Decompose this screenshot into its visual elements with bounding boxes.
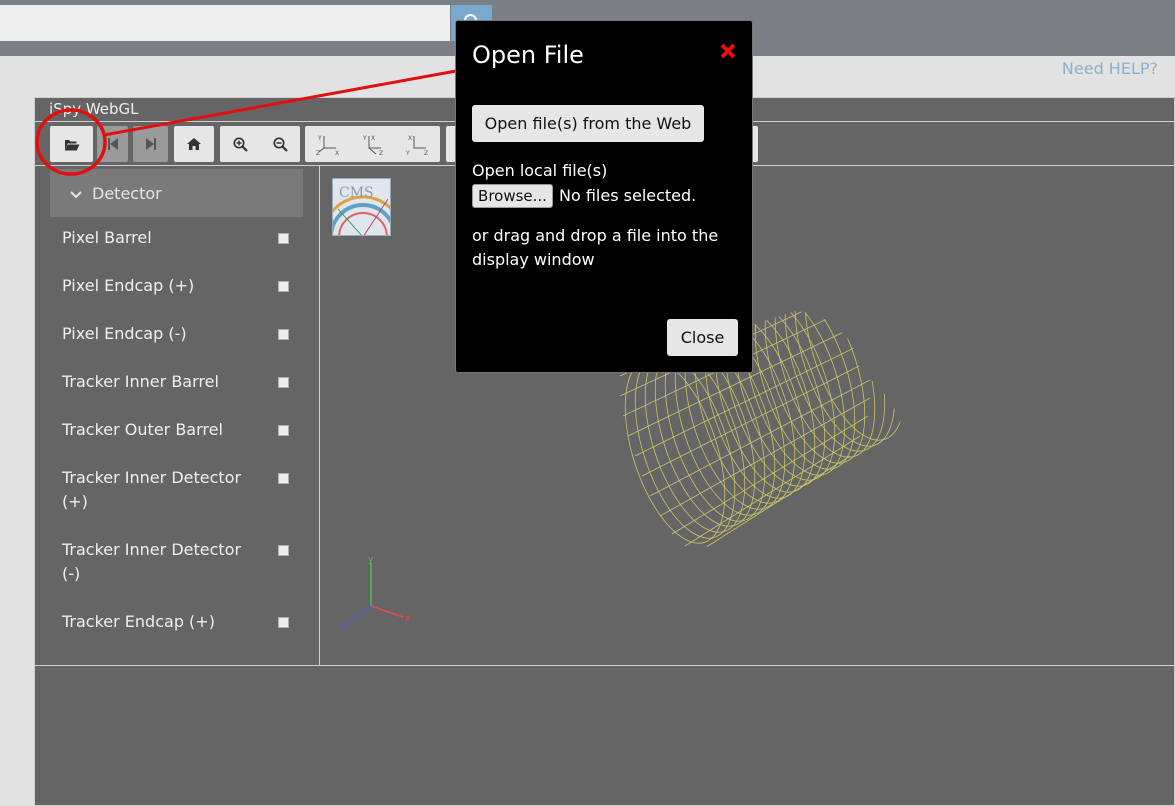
zoom-button-group <box>220 126 300 162</box>
search-input[interactable] <box>0 5 450 41</box>
zoom-out-icon[interactable] <box>272 136 288 152</box>
svg-text:Z: Z <box>424 150 428 155</box>
next-event-button[interactable] <box>133 126 168 162</box>
folder-open-icon <box>64 139 79 150</box>
step-backward-icon <box>107 138 118 150</box>
app-title: iSpy WebGL <box>49 100 139 118</box>
svg-text:X: X <box>335 150 339 155</box>
detector-section-header[interactable]: Detector <box>50 169 303 217</box>
chevron-down-icon <box>70 190 82 198</box>
detector-section-label: Detector <box>92 183 162 203</box>
detector-item-label: Tracker Endcap (+) <box>62 612 215 631</box>
no-files-text: No files selected. <box>559 186 697 205</box>
view-axes-button-group: Y Z X Y X Z X Y Z <box>305 126 440 162</box>
help-link[interactable]: Need HELP? <box>1062 59 1158 78</box>
previous-event-button[interactable] <box>97 126 128 162</box>
pixel-endcap-minus-checkbox[interactable] <box>278 329 289 340</box>
axes-xy-icon[interactable]: Y Z X <box>316 133 340 155</box>
svg-text:Y: Y <box>317 135 322 142</box>
z-axis-label: z <box>339 622 344 632</box>
modal-close-button[interactable]: Close <box>667 319 738 356</box>
svg-text:Z: Z <box>316 150 320 155</box>
open-file-button[interactable] <box>50 126 93 162</box>
detector-item-label: Pixel Barrel <box>62 228 152 247</box>
axes-helper: y x z <box>339 555 411 632</box>
zoom-in-icon[interactable] <box>232 136 248 152</box>
home-view-button[interactable] <box>174 126 214 162</box>
svg-text:Y: Y <box>362 135 367 142</box>
pixel-barrel-checkbox[interactable] <box>278 233 289 244</box>
axes-yz-icon[interactable]: Y X Z <box>361 133 385 155</box>
open-from-web-button[interactable]: Open file(s) from the Web <box>472 105 704 142</box>
y-axis-label: y <box>368 555 374 565</box>
x-axis-label: x <box>405 614 411 624</box>
tracker-outer-barrel-checkbox[interactable] <box>278 425 289 436</box>
detector-item-label: Tracker Inner Barrel <box>62 372 219 391</box>
step-forward-icon <box>145 138 156 150</box>
detector-item-label: Pixel Endcap (-) <box>62 324 187 343</box>
browse-button[interactable]: Browse... <box>472 184 553 208</box>
close-icon <box>720 43 736 59</box>
modal-title: Open File <box>472 41 584 69</box>
tracker-inner-detector-plus-checkbox[interactable] <box>278 473 289 484</box>
panel-bottom-divider <box>35 665 1174 666</box>
tracker-endcap-plus-checkbox[interactable] <box>278 617 289 628</box>
open-local-label: Open local file(s) <box>472 161 608 180</box>
detector-item-label: Tracker Inner Detector (+) <box>62 468 242 511</box>
home-icon <box>187 138 201 150</box>
detector-sidebar: Detector Pixel Barrel Pixel Endcap (+) P… <box>35 166 319 666</box>
open-file-modal: Open File Open file(s) from the Web Open… <box>455 20 753 373</box>
axes-xz-icon[interactable]: X Y Z <box>406 133 430 155</box>
svg-text:Y: Y <box>406 150 410 155</box>
tracker-inner-barrel-checkbox[interactable] <box>278 377 289 388</box>
svg-text:X: X <box>408 135 412 142</box>
detector-item-label: Pixel Endcap (+) <box>62 276 195 295</box>
tracker-inner-detector-minus-checkbox[interactable] <box>278 545 289 556</box>
detector-item-label: Tracker Outer Barrel <box>62 420 223 439</box>
drag-drop-hint: or drag and drop a file into the display… <box>472 226 719 269</box>
pixel-endcap-plus-checkbox[interactable] <box>278 281 289 292</box>
modal-close-icon[interactable] <box>718 41 738 65</box>
detector-item-label: Tracker Inner Detector (-) <box>62 540 242 583</box>
svg-text:X: X <box>371 135 375 142</box>
svg-text:Z: Z <box>379 150 383 155</box>
